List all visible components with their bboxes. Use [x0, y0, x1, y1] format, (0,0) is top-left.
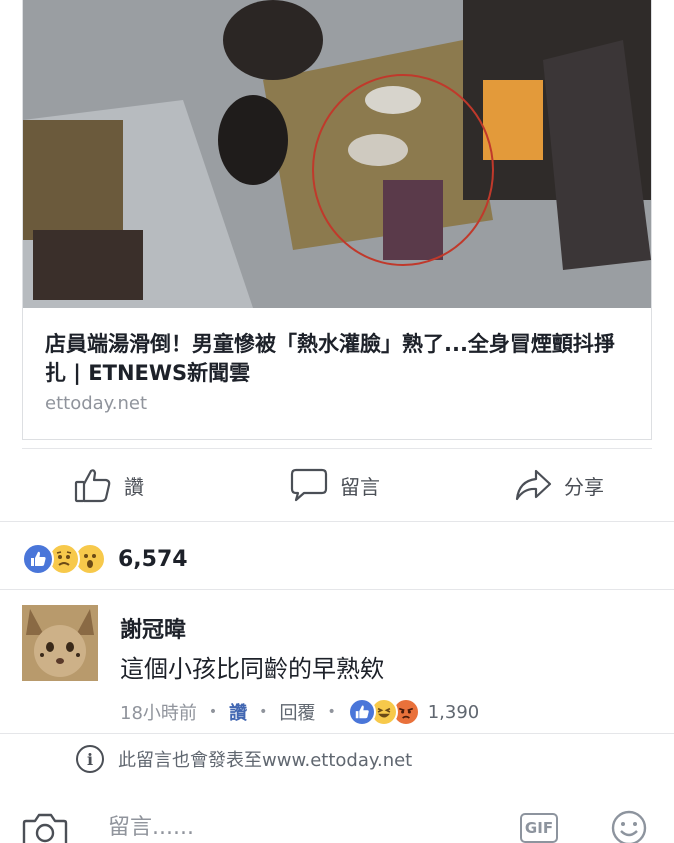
- thumbs-up-icon: [74, 469, 111, 503]
- emoji-icon[interactable]: [610, 809, 648, 843]
- reaction-count[interactable]: 6,574: [118, 547, 188, 572]
- comment-reply-link[interactable]: 回覆: [279, 699, 315, 725]
- comment-reaction-count[interactable]: 1,390: [428, 702, 480, 723]
- avatar[interactable]: [22, 605, 98, 681]
- link-preview-image[interactable]: [23, 0, 651, 308]
- like-icon: [22, 543, 54, 575]
- meta-separator: •: [327, 704, 336, 720]
- info-icon: i: [76, 745, 104, 773]
- section-divider: [0, 521, 674, 522]
- comment-button-label: 留言: [340, 474, 380, 499]
- meta-separator: •: [259, 704, 268, 720]
- comment-meta: 18小時前 • 讚 • 回覆 • 1,390: [120, 698, 479, 726]
- like-button[interactable]: 讚: [74, 467, 144, 503]
- photo-thumbnail-icon: [23, 0, 651, 308]
- post-action-bar: 讚 留言 分享: [22, 448, 652, 520]
- comment-like-link[interactable]: 讚: [229, 699, 247, 725]
- gif-button[interactable]: GIF: [520, 813, 558, 843]
- link-preview-card[interactable]: 店員端湯滑倒！男童慘被「熱水灌臉」熟了...全身冒煙顫抖掙扎 | ETNEWS新…: [22, 0, 652, 440]
- like-icon: [347, 698, 376, 726]
- share-button[interactable]: 分享: [514, 467, 604, 503]
- like-button-label: 讚: [124, 474, 144, 499]
- camera-icon[interactable]: [22, 813, 68, 843]
- comment-composer: GIF: [0, 795, 674, 843]
- comment-bubble-icon: [290, 468, 328, 502]
- comment-button[interactable]: 留言: [290, 467, 380, 503]
- link-preview-domain: ettoday.net: [45, 393, 148, 414]
- comment-author-name[interactable]: 謝冠暐: [120, 612, 186, 644]
- share-arrow-icon: [515, 469, 552, 501]
- crosspost-notice-text: 此留言也會發表至www.ettoday.net: [118, 750, 413, 771]
- share-button-label: 分享: [564, 474, 604, 499]
- meta-separator: •: [208, 704, 218, 720]
- link-preview-title[interactable]: 店員端湯滑倒！男童慘被「熱水灌臉」熟了...全身冒煙顫抖掙扎 | ETNEWS新…: [45, 330, 635, 388]
- comment-text: 這個小孩比同齡的早熟欸: [120, 655, 384, 683]
- comment-input[interactable]: [108, 815, 488, 840]
- section-divider: [0, 589, 674, 590]
- reactions-summary[interactable]: 6,574: [22, 543, 188, 575]
- comment-timestamp: 18小時前: [120, 703, 197, 724]
- crosspost-notice: i 此留言也會發表至www.ettoday.net: [76, 745, 412, 773]
- section-divider: [0, 733, 674, 734]
